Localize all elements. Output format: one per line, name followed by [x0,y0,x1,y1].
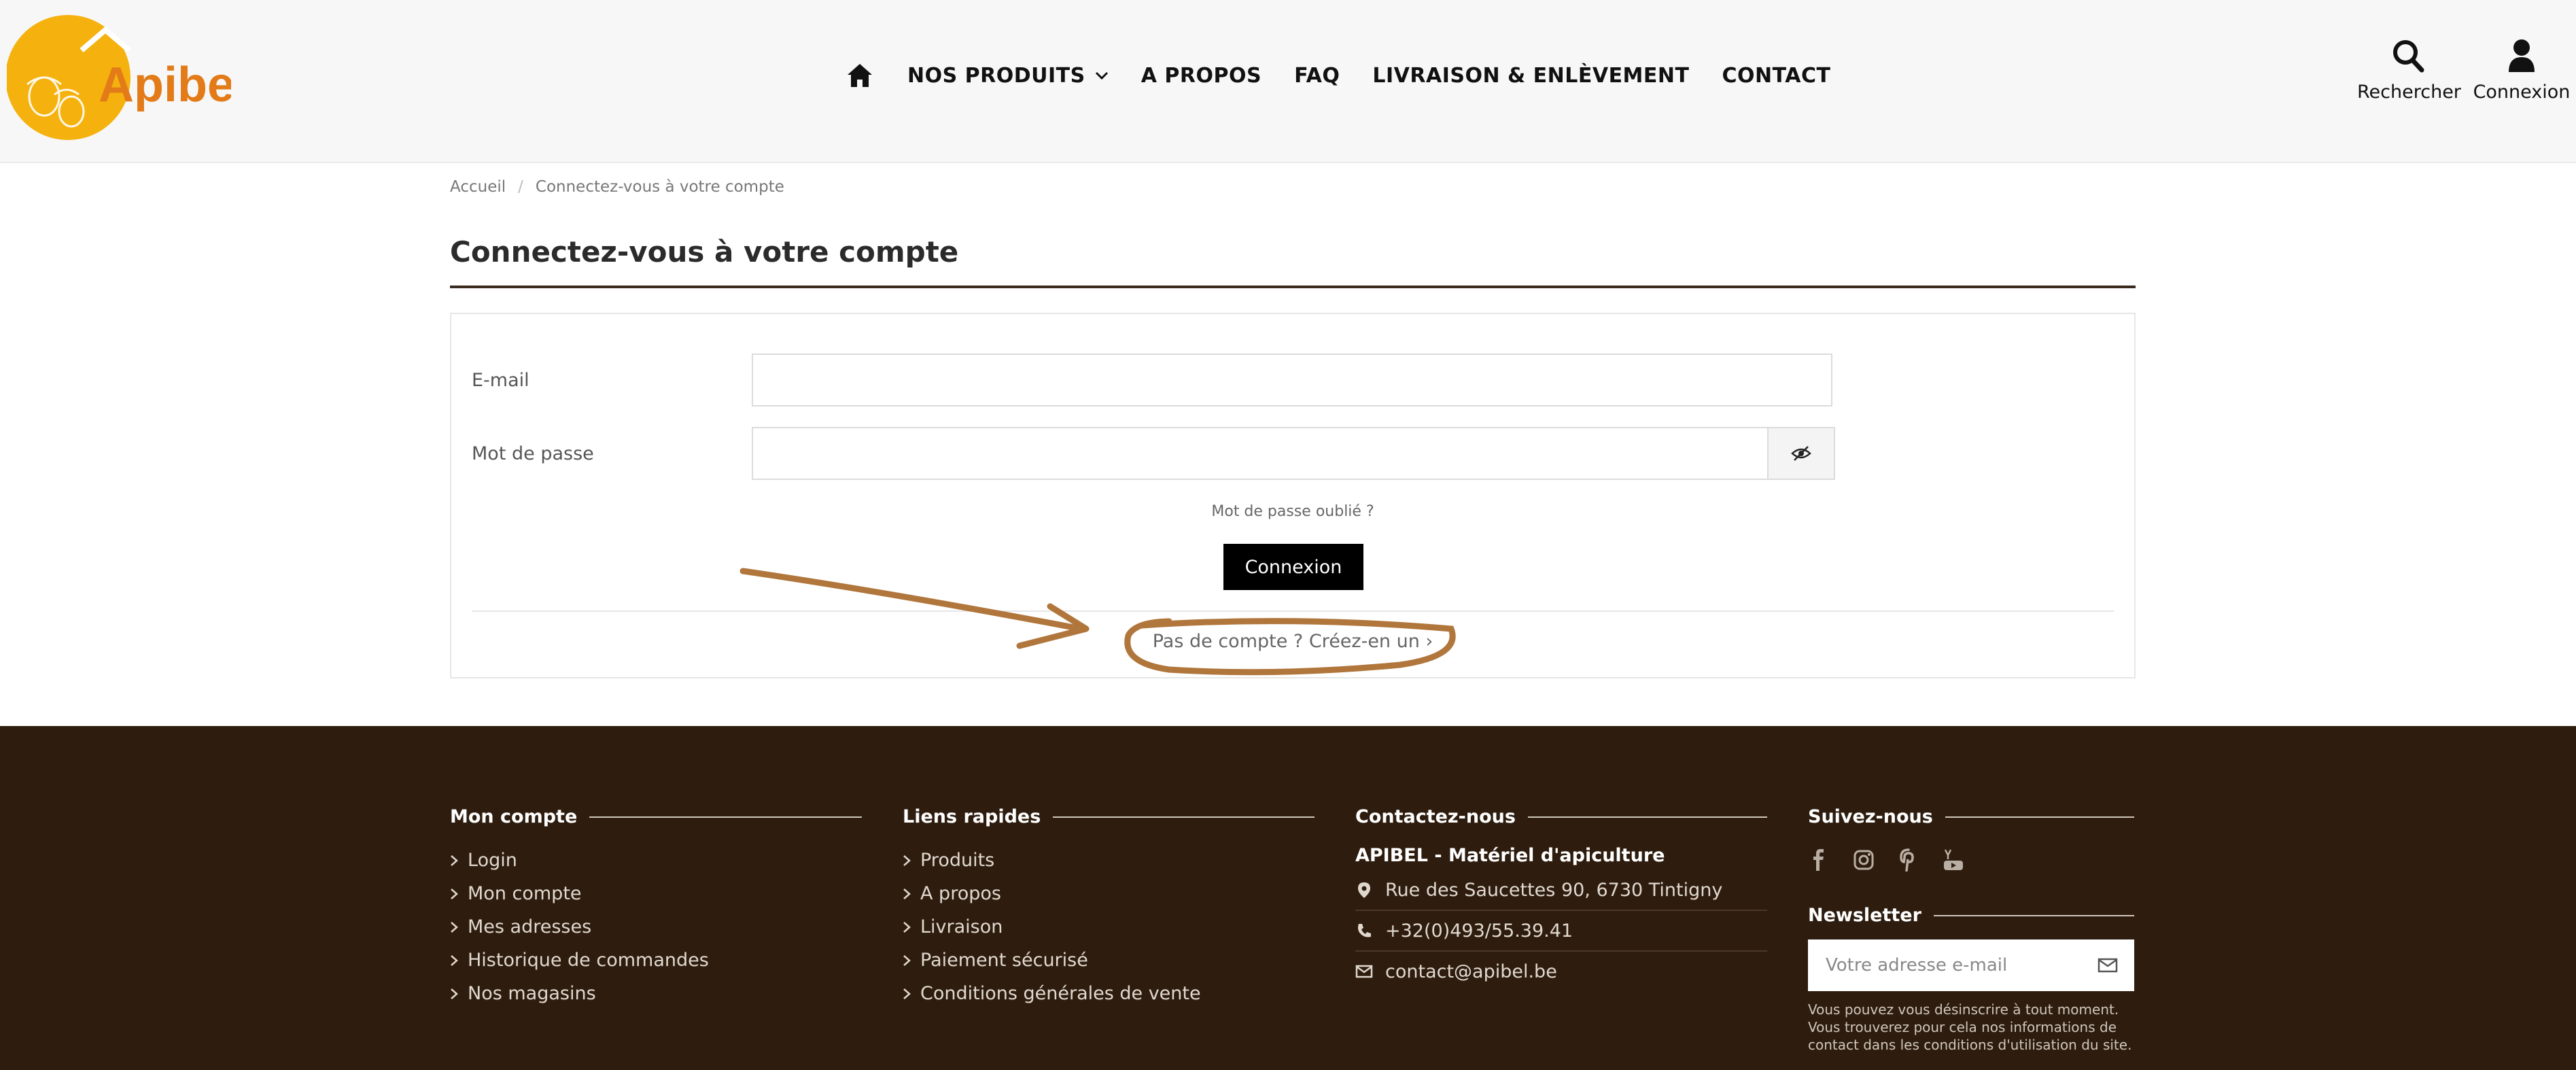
footer-link-secure-payment[interactable]: Paiement sécurisé [903,944,1315,977]
create-account-label: Pas de compte ? Créez-en un [1152,631,1420,652]
footer-account-heading: Mon compte [450,806,578,827]
logo-wordmark: Apibel [99,58,231,112]
nav-item-faq[interactable]: FAQ [1294,64,1340,88]
chevron-right-icon [903,988,911,999]
chevron-right-icon [903,954,911,966]
instagram-icon[interactable] [1853,848,1875,871]
nav-item-delivery[interactable]: LIVRAISON & ENLÈVEMENT [1372,64,1689,88]
footer-link-order-history[interactable]: Historique de commandes [450,944,862,977]
email-label: E-mail [472,370,529,391]
nav-item-contact[interactable]: CONTACT [1722,64,1830,88]
envelope-icon [1355,965,1373,978]
search-icon [2393,40,2424,73]
social-links [1808,845,2134,875]
site-header: Apibel NOS PRODUITS A PROPOS FAQ LIVRAIS… [0,0,2576,163]
newsletter-email-input[interactable] [1824,954,2098,976]
chevron-right-icon [903,888,911,899]
search-label: Rechercher [2357,82,2461,103]
page-title: Connectez-vous à votre compte [450,235,959,269]
chevron-right-icon [903,855,911,866]
login-button[interactable]: Connexion [2471,38,2573,103]
login-label: Connexion [2473,82,2571,103]
pinterest-icon[interactable] [1898,848,1919,871]
contact-email[interactable]: contact@apibel.be [1355,952,1767,991]
nav-item-products[interactable]: NOS PRODUITS [907,64,1109,88]
footer-link-stores[interactable]: Nos magasins [450,977,862,1010]
home-icon[interactable] [846,63,873,88]
contact-address: Rue des Saucettes 90, 6730 Tintigny [1355,870,1767,911]
footer-follow-column: Suivez-nous Newsletter Vous pouvez vous … [1808,806,2134,1054]
footer-link-addresses[interactable]: Mes adresses [450,910,862,944]
eye-slash-icon [1791,446,1811,461]
footer-quick-links-column: Liens rapides Produits A propos Livraiso… [903,806,1315,1010]
company-name: APIBEL - Matériel d'apiculture [1355,845,1665,866]
user-icon [2509,39,2535,72]
forgot-password-link[interactable]: Mot de passe oublié ? [451,503,2134,520]
facebook-icon[interactable] [1808,848,1830,871]
footer-contact-column: Contactez-nous APIBEL - Matériel d'apicu… [1355,806,1767,991]
footer-link-delivery[interactable]: Livraison [903,910,1315,944]
youtube-icon[interactable] [1943,848,1964,871]
password-field[interactable] [752,427,1769,480]
breadcrumb-separator: / [518,178,523,196]
newsletter-form [1808,939,2134,991]
chevron-right-icon [451,988,458,999]
breadcrumb: Accueil / Connectez-vous à votre compte [450,178,784,196]
chevron-right-icon [451,921,458,933]
chevron-down-icon [1095,71,1108,80]
footer-link-login[interactable]: Login [450,844,862,877]
footer-account-column: Mon compte Login Mon compte Mes adresses… [450,806,862,1010]
footer-link-terms[interactable]: Conditions générales de vente [903,977,1315,1010]
footer-quick-links-heading: Liens rapides [903,806,1041,827]
login-card: E-mail Mot de passe Mot de passe oublié … [450,313,2136,678]
create-account-link[interactable]: Pas de compte ? Créez-en un › [451,631,2134,652]
chevron-right-icon [903,921,911,933]
login-submit-button[interactable]: Connexion [1223,544,1363,590]
footer-contact-heading: Contactez-nous [1355,806,1516,827]
footer-link-products[interactable]: Produits [903,844,1315,877]
main-navigation: NOS PRODUITS A PROPOS FAQ LIVRAISON & EN… [846,58,1863,92]
chevron-right-icon [451,888,458,899]
chevron-right-icon [451,855,458,866]
title-divider [450,286,2136,288]
newsletter-heading: Newsletter [1808,905,1921,926]
card-divider [472,610,2114,612]
breadcrumb-home[interactable]: Accueil [450,178,506,196]
email-field[interactable] [752,353,1832,407]
contact-phone[interactable]: +32(0)493/55.39.41 [1355,911,1767,952]
nav-item-about[interactable]: A PROPOS [1141,64,1261,88]
chevron-right-icon: › [1425,631,1433,652]
envelope-icon[interactable] [2098,957,2118,973]
chevron-right-icon [451,954,458,966]
footer-follow-heading: Suivez-nous [1808,806,1933,827]
footer-link-about[interactable]: A propos [903,877,1315,910]
search-button[interactable]: Rechercher [2357,38,2461,103]
newsletter-note: Vous pouvez vous désinscrire à tout mome… [1808,1001,2132,1053]
breadcrumb-current: Connectez-vous à votre compte [535,178,784,196]
site-footer: Mon compte Login Mon compte Mes adresses… [0,726,2576,1070]
map-pin-icon [1358,882,1370,898]
phone-icon [1358,924,1371,937]
password-label: Mot de passe [472,443,594,464]
show-password-button[interactable] [1767,427,1835,480]
footer-link-my-account[interactable]: Mon compte [450,877,862,910]
apibel-logo[interactable]: Apibel [5,10,248,145]
